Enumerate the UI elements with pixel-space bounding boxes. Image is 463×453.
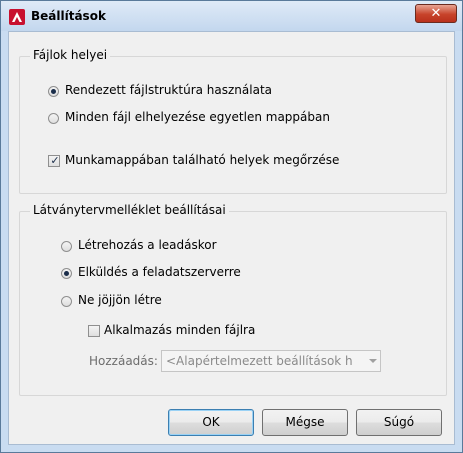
check-mark-icon: ✓ <box>50 154 60 167</box>
close-button[interactable]: ✕ <box>415 4 457 23</box>
close-icon: ✕ <box>430 6 442 21</box>
settings-dialog: Beállítások ✕ Fájlok helyei Rendezett fá… <box>0 0 463 453</box>
radio-single-folder[interactable] <box>48 113 59 124</box>
radio-send-to-server[interactable] <box>61 268 72 279</box>
cancel-button[interactable]: Mégse <box>262 409 348 436</box>
window-title: Beállítások <box>31 9 106 23</box>
radio-do-not-create[interactable] <box>61 296 72 307</box>
radio-single-folder-label[interactable]: Minden fájl elhelyezése egyetlen mappába… <box>65 110 330 124</box>
radio-do-not-create-label[interactable]: Ne jöjjön létre <box>78 293 162 307</box>
add-dropdown-value: <Alapértelmezett beállítások használata> <box>166 354 352 368</box>
radio-send-to-server-label[interactable]: Elküldés a feladatszerverre <box>78 265 241 279</box>
help-button[interactable]: Súgó <box>356 409 442 436</box>
radio-create-on-transmit[interactable] <box>61 241 72 252</box>
radio-create-on-transmit-label[interactable]: Létrehozás a leadáskor <box>78 238 217 252</box>
checkbox-keep-locations[interactable]: ✓ <box>48 154 60 167</box>
file-locations-group: Fájlok helyei <box>19 48 447 194</box>
add-label: Hozzáadás: <box>89 354 158 368</box>
chevron-down-icon <box>369 359 377 363</box>
add-dropdown[interactable]: <Alapértelmezett beállítások használata> <box>161 350 381 372</box>
checkbox-apply-all[interactable] <box>88 325 100 337</box>
radio-structured[interactable] <box>48 86 59 97</box>
autocad-a-icon <box>9 9 25 25</box>
checkbox-keep-locations-label[interactable]: Munkamappában található helyek megőrzése <box>65 153 339 167</box>
radio-structured-label[interactable]: Rendezett fájlstruktúra használata <box>65 83 272 97</box>
checkbox-apply-all-label[interactable]: Alkalmazás minden fájlra <box>104 323 255 337</box>
title-bar[interactable]: Beállítások ✕ <box>1 1 462 31</box>
transmittal-title: Látványtervmelléklet beállításai <box>30 203 229 217</box>
file-locations-title: Fájlok helyei <box>30 48 111 62</box>
ok-button[interactable]: OK <box>168 409 254 436</box>
